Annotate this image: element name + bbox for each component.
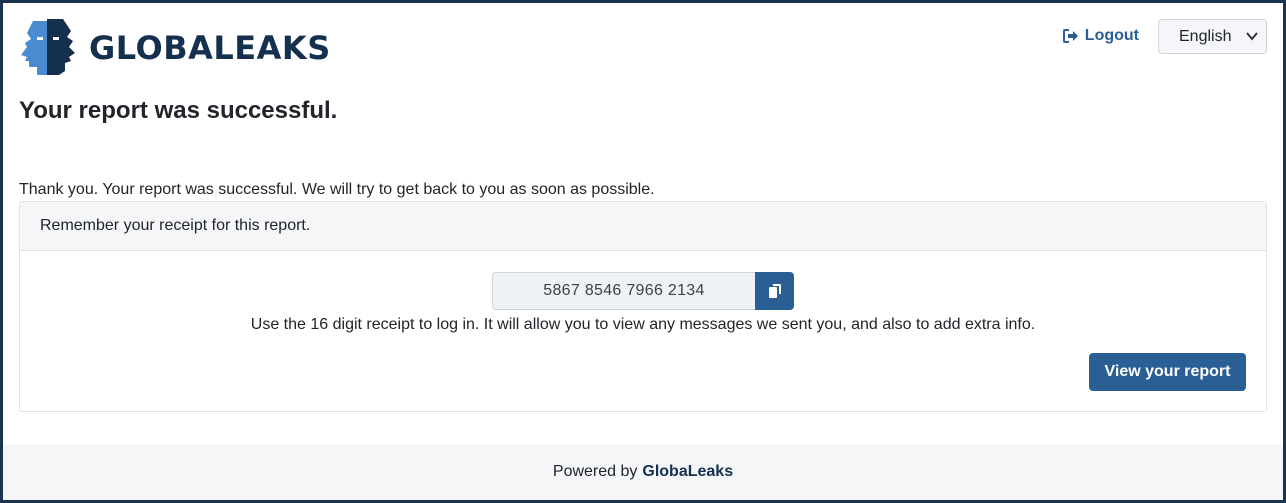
receipt-field[interactable]: 5867 8546 7966 2134: [492, 272, 755, 310]
logo[interactable]: GLOBALEAKS: [19, 19, 331, 77]
globaleaks-faces-logo-icon: [21, 19, 75, 75]
language-selected: English: [1179, 27, 1232, 45]
receipt-help-text: Use the 16 digit receipt to log in. It w…: [250, 316, 1036, 333]
logout-label: Logout: [1084, 27, 1139, 44]
sign-out-icon: [1062, 29, 1078, 43]
globaleaks-link[interactable]: GlobaLeaks: [642, 463, 733, 481]
header: GLOBALEAKS Logout English: [19, 19, 1267, 81]
copy-receipt-button[interactable]: [755, 272, 794, 310]
language-select[interactable]: English: [1158, 19, 1267, 54]
chevron-down-icon: [1246, 32, 1258, 41]
receipt-card-header: Remember your receipt for this report.: [20, 202, 1266, 251]
logo-text: GLOBALEAKS: [89, 29, 331, 67]
receipt-group: 5867 8546 7966 2134: [492, 272, 794, 310]
powered-by-text: Powered by: [552, 463, 638, 480]
copy-icon: [768, 284, 781, 298]
page-title: Your report was successful.: [19, 97, 338, 124]
app-window: GLOBALEAKS Logout English Your report wa…: [0, 0, 1286, 503]
thanks-message: Thank you. Your report was successful. W…: [19, 181, 655, 198]
logout-link[interactable]: Logout: [1062, 27, 1139, 45]
view-report-button[interactable]: View your report: [1089, 353, 1246, 391]
receipt-card: Remember your receipt for this report. 5…: [19, 201, 1267, 412]
footer: Powered by GlobaLeaks: [3, 444, 1283, 500]
